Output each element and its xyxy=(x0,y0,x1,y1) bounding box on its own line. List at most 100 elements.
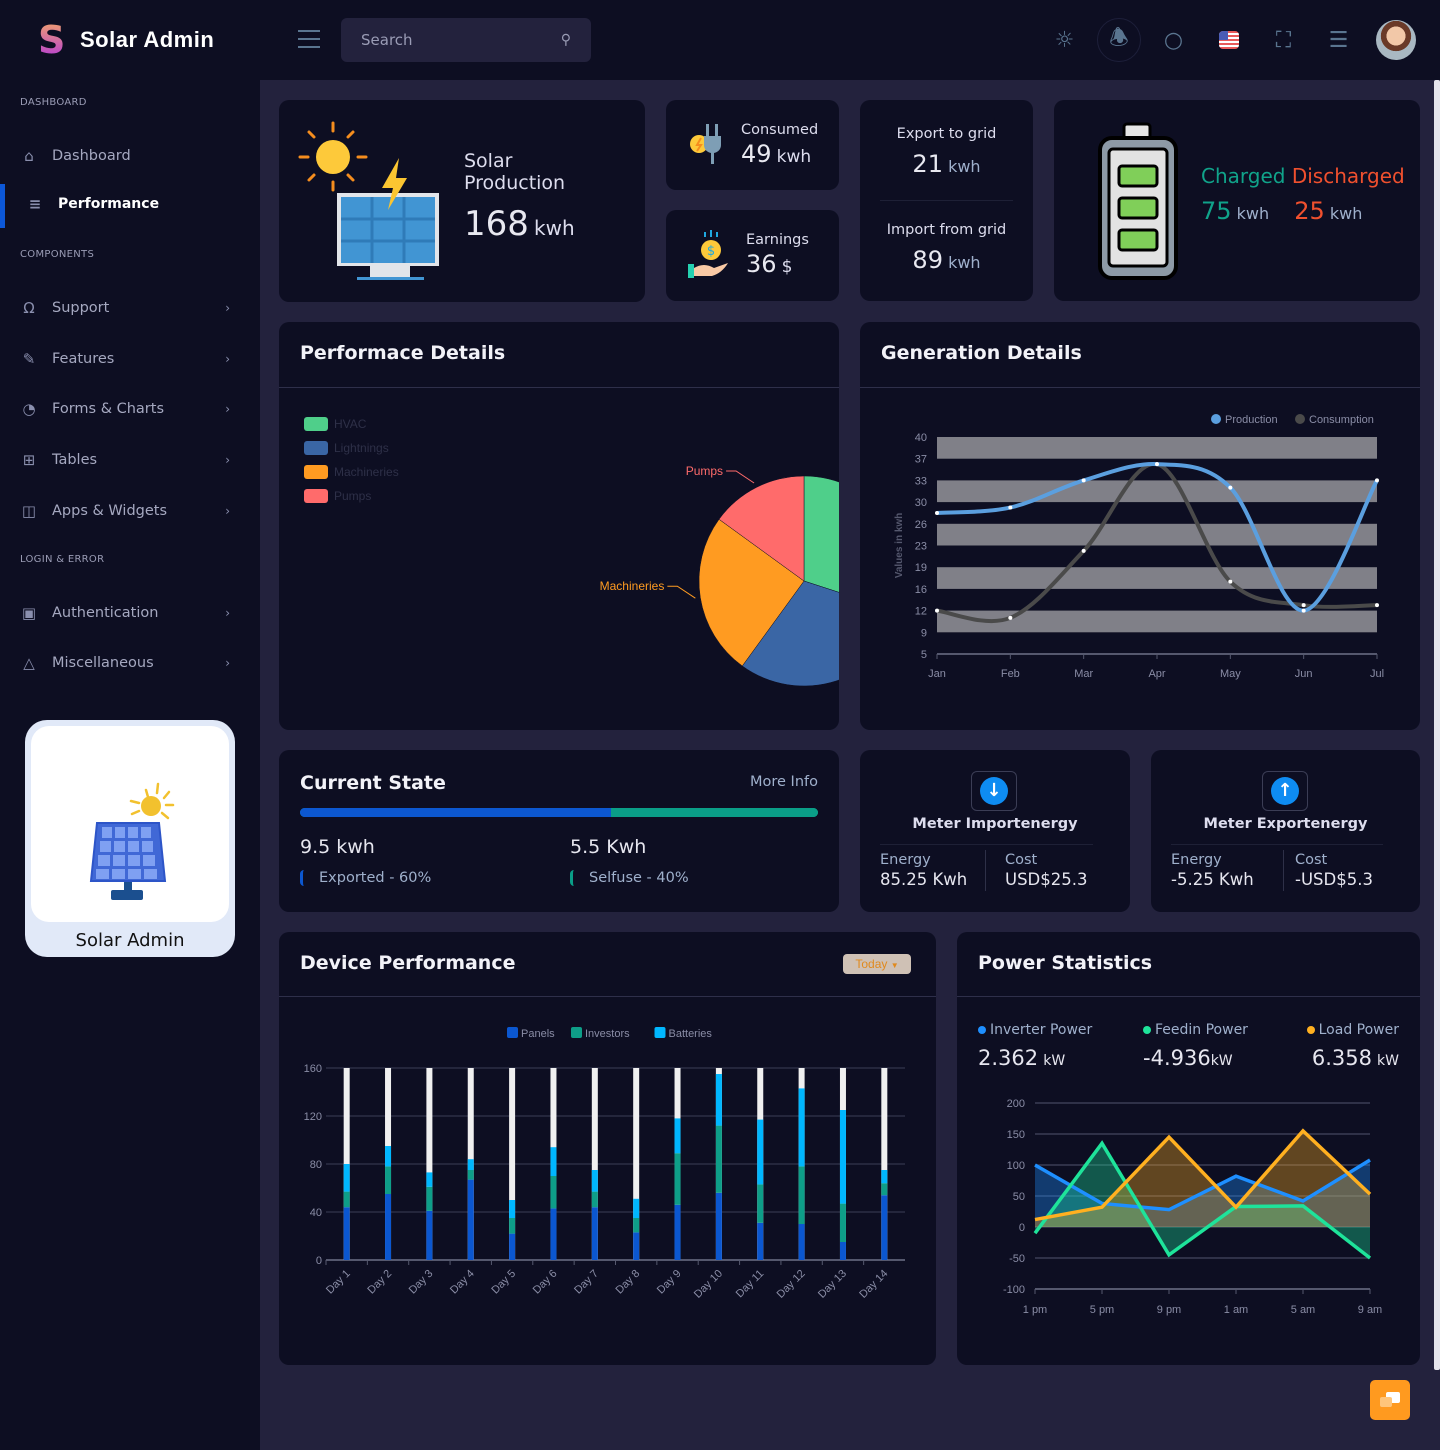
menu-toggle-icon[interactable] xyxy=(298,30,320,48)
bar-segment-panels xyxy=(839,1242,846,1260)
current-state-title: Current State xyxy=(300,772,446,794)
chevron-right-icon: › xyxy=(225,352,230,366)
x-tick-label: Day 1 xyxy=(324,1268,353,1297)
bar-segment-investors xyxy=(881,1183,888,1196)
arrow-up-icon: ↑ xyxy=(1271,777,1299,805)
chat-fab-button[interactable] xyxy=(1370,1380,1410,1420)
sidebar-item-apps-widgets[interactable]: ◫ Apps & Widgets › xyxy=(0,489,260,533)
avatar[interactable] xyxy=(1376,20,1416,60)
logo[interactable]: S Solar Admin xyxy=(38,20,214,60)
battery-icon xyxy=(1098,122,1178,280)
current-state-card: Current State More Info 9.5 kwh Exported… xyxy=(279,750,839,912)
x-tick-label: Mar xyxy=(1074,668,1093,680)
solar-production-icon xyxy=(298,121,439,280)
lock-icon: ▣ xyxy=(21,604,37,622)
chat-bubbles-icon xyxy=(1380,1392,1400,1407)
meter-import-title: Meter Importenergy xyxy=(912,816,1078,832)
page-scrollbar[interactable] xyxy=(1434,80,1440,1370)
more-info-link[interactable]: More Info xyxy=(750,774,818,790)
y-tick-label: 0 xyxy=(1019,1222,1025,1234)
x-tick-label: Day 7 xyxy=(572,1268,601,1297)
bar-segment-panels xyxy=(591,1207,598,1260)
import-cost-label: Cost xyxy=(1005,852,1038,868)
sidebar-item-performance[interactable]: ≡ Performance xyxy=(0,182,260,228)
y-tick-label: 5 xyxy=(921,649,927,661)
divider xyxy=(880,844,1093,845)
bell-icon[interactable]: 🕭 xyxy=(1097,18,1141,62)
data-point xyxy=(935,510,939,515)
x-tick-label: Day 12 xyxy=(775,1268,808,1301)
search-input[interactable] xyxy=(361,31,541,49)
x-tick-label: Day 10 xyxy=(692,1268,725,1301)
today-dropdown[interactable]: Today ▼ xyxy=(843,954,911,974)
divider xyxy=(1283,850,1284,891)
legend-marker xyxy=(1211,414,1221,424)
y-tick-label: 80 xyxy=(310,1159,322,1171)
discharged-unit: kwh xyxy=(1329,204,1363,223)
bar-segment-batteries xyxy=(591,1170,598,1192)
search-icon[interactable]: ⚲ xyxy=(561,32,571,48)
meter-export-card: ↑ Meter Exportenergy Energy -5.25 Kwh Co… xyxy=(1151,750,1420,912)
list-icon: ≡ xyxy=(28,195,42,213)
solar-panel-icon xyxy=(89,782,175,900)
logo-icon: S xyxy=(38,20,72,60)
y-tick-label: 40 xyxy=(310,1207,322,1219)
chat-icon[interactable]: ○ xyxy=(1146,18,1201,62)
legend-label: Investors xyxy=(585,1028,630,1040)
solar-value: 168 xyxy=(464,204,529,244)
bar-segment-batteries xyxy=(798,1088,805,1167)
caret-down-icon: ▼ xyxy=(890,961,899,970)
section-title-components: COMPONENTS xyxy=(20,249,95,260)
metric-load: Load Power 6.358 kW xyxy=(1306,1022,1399,1070)
y-axis-label: Values in kwh xyxy=(894,513,905,579)
import-arrow-button[interactable]: ↓ xyxy=(971,771,1017,811)
data-point xyxy=(1301,608,1306,613)
pie-chart: Machineries Pumps xyxy=(600,464,839,687)
sidebar-item-features[interactable]: ✎ Features › xyxy=(0,337,260,381)
x-tick-label: 9 am xyxy=(1358,1304,1382,1316)
performance-details-title: Performace Details xyxy=(279,322,839,388)
sidebar-item-miscellaneous[interactable]: △ Miscellaneous › xyxy=(0,641,260,685)
grid-band xyxy=(937,480,1377,503)
selfuse-progress xyxy=(610,808,818,817)
charged-value: 75 xyxy=(1201,197,1232,225)
bar-segment-batteries xyxy=(343,1164,350,1192)
sidebar-item-support[interactable]: Ω Support › xyxy=(0,286,260,330)
grid-card: Export to grid 21 kwh Import from grid 8… xyxy=(860,100,1033,301)
bar-segment-investors xyxy=(385,1166,392,1194)
sidebar-item-tables[interactable]: ⊞ Tables › xyxy=(0,438,260,482)
bar-segment-panels xyxy=(881,1195,888,1260)
bar-segment-panels xyxy=(426,1210,433,1260)
power-statistics-card: Power Statistics Inverter Power 2.362 kW… xyxy=(957,932,1420,1365)
x-tick-label: Day 4 xyxy=(448,1268,477,1297)
sidebar-item-forms-charts[interactable]: ◔ Forms & Charts › xyxy=(0,387,260,431)
bar-segment-investors xyxy=(426,1186,433,1211)
fullscreen-icon[interactable]: ⛶ xyxy=(1256,18,1311,62)
y-tick-label: 50 xyxy=(1013,1191,1025,1203)
y-tick-label: -50 xyxy=(1009,1253,1025,1265)
device-performance-card: Device Performance Today ▼ 0 40 80 120 160 Da… xyxy=(279,932,936,1365)
export-unit: kwh xyxy=(948,157,981,176)
arrow-down-icon: ↓ xyxy=(980,777,1008,805)
us-flag-icon[interactable] xyxy=(1201,18,1256,62)
sidebar-item-authentication[interactable]: ▣ Authentication › xyxy=(0,591,260,635)
sliders-icon[interactable]: ☰ xyxy=(1311,18,1366,62)
sun-icon[interactable]: ☼ xyxy=(1037,18,1092,62)
earnings-label: Earnings xyxy=(746,232,809,248)
pie-chart-icon: ◔ xyxy=(22,400,36,418)
section-title-dashboard: DASHBOARD xyxy=(20,97,87,108)
charged-unit: kwh xyxy=(1236,204,1270,223)
export-arrow-button[interactable]: ↑ xyxy=(1262,771,1308,811)
bar-segment-panels xyxy=(509,1233,516,1260)
sidebar-item-dashboard[interactable]: ⌂ Dashboard xyxy=(0,134,260,178)
load-dot-icon xyxy=(1306,1026,1315,1034)
y-tick-label: 200 xyxy=(1007,1098,1025,1110)
exported-value: 9.5 kwh xyxy=(300,836,375,858)
bar-segment-batteries xyxy=(881,1170,888,1184)
bar-segment-investors xyxy=(674,1153,681,1205)
legend-marker xyxy=(1295,414,1305,424)
promo-card[interactable]: Solar Admin xyxy=(25,720,235,957)
svg-text:$: $ xyxy=(707,244,715,259)
x-tick-label: 5 pm xyxy=(1090,1304,1114,1316)
chevron-right-icon: › xyxy=(225,606,230,620)
